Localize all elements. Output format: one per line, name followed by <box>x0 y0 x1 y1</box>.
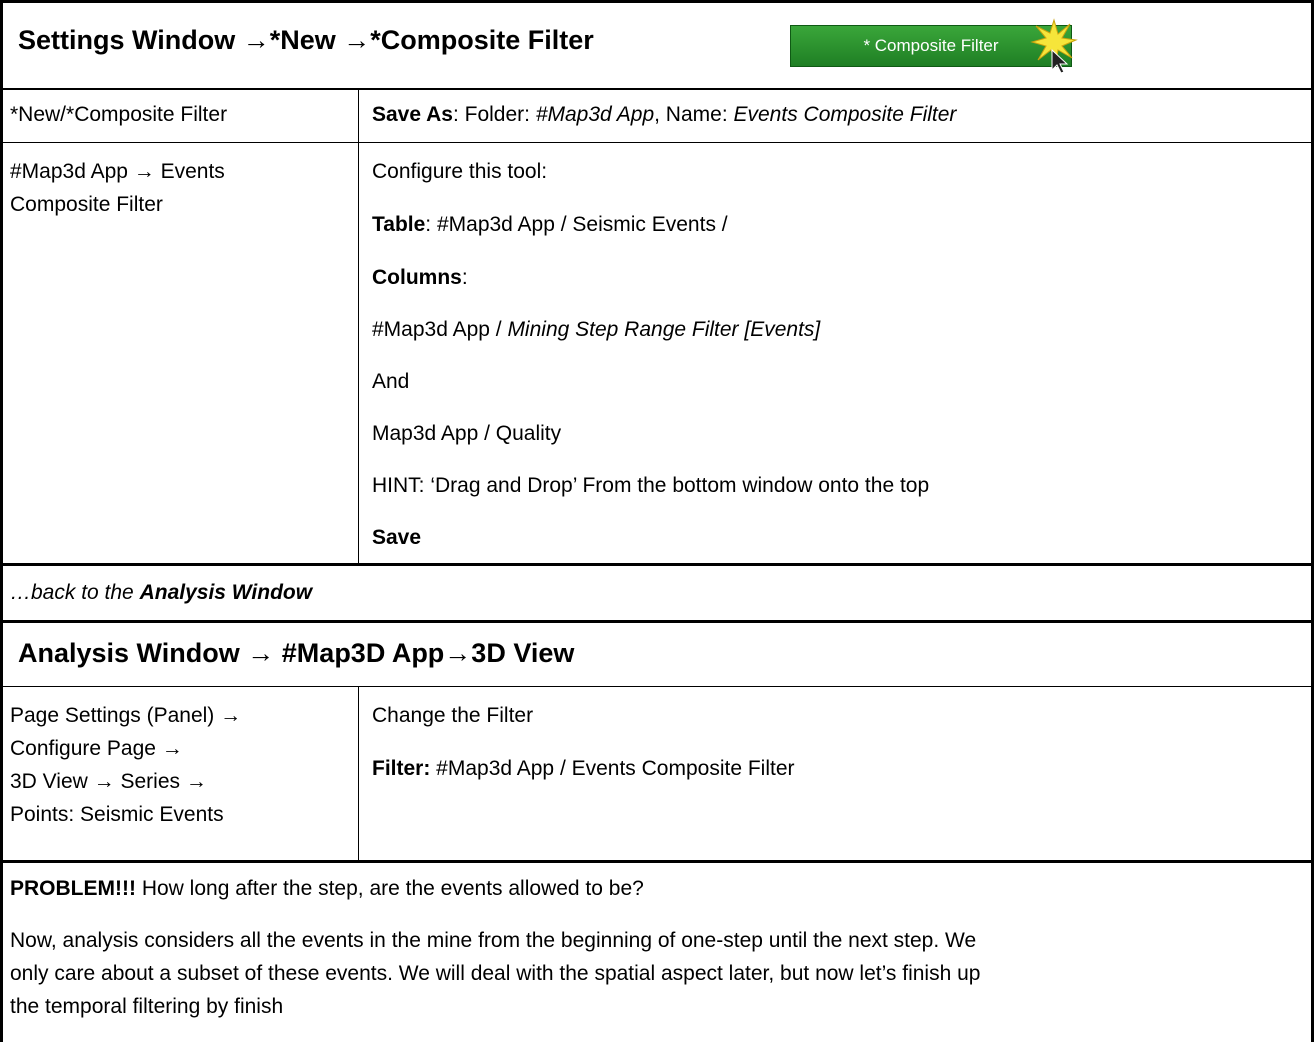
column1-line: #Map3d App / Mining Step Range Filter [E… <box>372 314 820 345</box>
cursor-icon <box>1051 48 1069 74</box>
row1-left: *New/*Composite Filter <box>10 103 228 126</box>
configure-text: Configure this tool: <box>372 160 548 183</box>
s2-left-line4: Points: Seismic Events <box>10 803 224 826</box>
filter-label: Filter: <box>372 757 431 780</box>
problem-para-line1: Now, analysis considers all the events i… <box>10 929 977 952</box>
border-section2-header <box>0 686 1314 687</box>
table-value: : #Map3d App / Seismic Events / <box>425 213 728 236</box>
outer-border-left <box>0 0 3 1042</box>
border-top <box>0 0 1314 3</box>
table-line: Table: #Map3d App / Seismic Events / <box>372 209 728 240</box>
column-divider-1 <box>358 90 359 564</box>
and-text: And <box>372 370 410 393</box>
border-row1 <box>0 142 1314 143</box>
row2-left-line1: #Map3d App → Events <box>10 160 225 183</box>
filter-line: Filter: #Map3d App / Events Composite Fi… <box>372 753 795 784</box>
row1-right: Save As: Folder: #Map3d App, Name: Event… <box>372 99 956 130</box>
name-value: Events Composite Filter <box>733 103 957 126</box>
s2-left-line2: Configure Page → <box>10 737 183 760</box>
problem-question: How long after the step, are the events … <box>135 877 644 900</box>
table-label: Table <box>372 213 426 236</box>
problem-para-line3: the temporal filtering by finish <box>10 995 284 1018</box>
badge-label: * Composite Filter <box>863 36 999 55</box>
border-section2-row <box>0 860 1314 863</box>
section1-title: Settings Window →*New →*Composite Filter <box>18 25 594 55</box>
problem-para-line2: only care about a subset of these events… <box>10 962 981 985</box>
columns-suffix: : <box>461 266 468 289</box>
column2-line: Map3d App / Quality <box>372 422 562 445</box>
back-prefix: …back to the <box>10 581 140 604</box>
columns-line: Columns: <box>372 262 468 293</box>
row2-left-line2: Composite Filter <box>10 193 163 216</box>
columns-label: Columns <box>372 266 462 289</box>
folder-value: #Map3d App <box>535 103 655 126</box>
problem-label: PROBLEM!!! <box>10 877 136 900</box>
back-bold: Analysis Window <box>139 581 313 604</box>
s2-left-line3: 3D View → Series → <box>10 770 207 793</box>
folder-label: : Folder: <box>452 103 536 126</box>
section2-title: Analysis Window → #Map3D App→3D View <box>18 638 575 668</box>
back-row: …back to the Analysis Window <box>10 577 312 608</box>
border-section1-header <box>0 88 1314 90</box>
name-label: , Name: <box>654 103 734 126</box>
hint-text: HINT: ‘Drag and Drop’ From the bottom wi… <box>372 474 930 497</box>
problem-line: PROBLEM!!! How long after the step, are … <box>10 873 644 904</box>
save-as-label: Save As <box>372 103 453 126</box>
column1-prefix: #Map3d App / <box>372 318 508 341</box>
change-filter-text: Change the Filter <box>372 704 534 727</box>
column1-italic: Mining Step Range Filter [Events] <box>507 318 821 341</box>
column-divider-2 <box>358 687 359 861</box>
border-row2 <box>0 563 1314 566</box>
s2-left-line1: Page Settings (Panel) → <box>10 704 242 727</box>
document-page: Settings Window →*New →*Composite Filter… <box>0 0 1314 1042</box>
save-text: Save <box>372 526 422 549</box>
filter-value: #Map3d App / Events Composite Filter <box>430 757 795 780</box>
border-back-row <box>0 620 1314 623</box>
